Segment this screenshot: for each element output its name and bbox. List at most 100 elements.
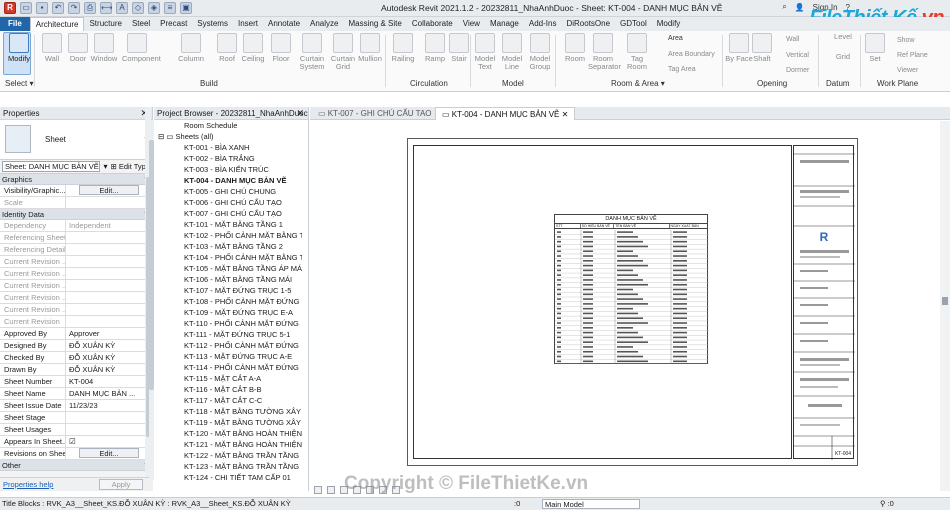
- set-tool[interactable]: Set: [860, 33, 890, 63]
- user-icon[interactable]: 👤: [795, 3, 805, 12]
- browser-item[interactable]: KT-122 - MẶT BẰNG TRẦN TẦNG: [154, 450, 302, 461]
- browser-scrollbar[interactable]: [149, 120, 154, 480]
- browser-item[interactable]: KT-002 - BÌA TRẮNG: [154, 153, 302, 164]
- close-hidden-icon[interactable]: ▣: [180, 2, 192, 14]
- property-value[interactable]: [66, 412, 152, 423]
- tab-collaborate[interactable]: Collaborate: [407, 17, 458, 31]
- property-value[interactable]: Approver: [66, 328, 152, 339]
- folder-icon[interactable]: ⊟ ▭: [158, 132, 176, 141]
- component-tool[interactable]: Component: [122, 33, 161, 63]
- property-value[interactable]: [66, 424, 152, 435]
- properties-help-link[interactable]: Properties help: [3, 480, 53, 489]
- property-row[interactable]: Approved By Approver: [0, 328, 152, 340]
- browser-item[interactable]: KT-121 - MẶT BẰNG HOÀN THIỆN: [154, 439, 302, 450]
- property-value[interactable]: [66, 232, 152, 243]
- property-row[interactable]: Designed By ĐỖ XUÂN KỲ: [0, 340, 152, 352]
- property-row[interactable]: Sheet Issue Date 11/23/23: [0, 400, 152, 412]
- property-value[interactable]: ĐỖ XUÂN KỲ: [66, 364, 152, 375]
- property-row[interactable]: Sheet Usages: [0, 424, 152, 436]
- property-value[interactable]: Independent: [66, 220, 152, 231]
- property-row[interactable]: Revisions on Sheet Edit...: [0, 448, 152, 460]
- tab-precast[interactable]: Precast: [155, 17, 192, 31]
- tab-view[interactable]: View: [458, 17, 485, 31]
- property-row[interactable]: Current Revision: [0, 316, 152, 328]
- property-row[interactable]: Checked By ĐỖ XUÂN KỲ: [0, 352, 152, 364]
- browser-item[interactable]: KT-005 - GHI CHÚ CHUNG: [154, 186, 302, 197]
- tab-structure[interactable]: Structure: [84, 17, 126, 31]
- vertical-opening-tool[interactable]: Vertical: [786, 52, 809, 59]
- measure-icon[interactable]: ⟷: [100, 2, 112, 14]
- room-tool[interactable]: Room: [560, 33, 590, 63]
- redo-icon[interactable]: ↷: [68, 2, 80, 14]
- open-icon[interactable]: ▭: [20, 2, 32, 14]
- save-icon[interactable]: ▪: [36, 2, 48, 14]
- curtain-grid-tool[interactable]: Curtain Grid: [328, 33, 358, 71]
- browser-item[interactable]: KT-106 - MẶT BẰNG TẦNG MÁI: [154, 274, 302, 285]
- property-row[interactable]: Sheet Stage: [0, 412, 152, 424]
- browser-item[interactable]: KT-124 - CHI TIẾT TAM CẤP 01: [154, 472, 302, 483]
- revit-app-icon[interactable]: R: [4, 2, 16, 14]
- tab-kt-004[interactable]: ▭ KT-004 - DANH MỤC BẢN VẼ ✕: [435, 107, 576, 120]
- property-value[interactable]: ĐỖ XUÂN KỲ: [66, 352, 152, 363]
- tab-analyze[interactable]: Analyze: [305, 17, 343, 31]
- dropdown-arrow-icon[interactable]: ▾: [103, 162, 107, 171]
- browser-item[interactable]: KT-102 - PHỐI CẢNH MẶT BẰNG T: [154, 230, 302, 241]
- browser-item[interactable]: KT-105 - MẶT BẰNG TẦNG ÁP MÁ: [154, 263, 302, 274]
- property-row[interactable]: Current Revision ...: [0, 268, 152, 280]
- level-tool[interactable]: Level: [828, 33, 858, 41]
- browser-item[interactable]: KT-110 - PHỐI CẢNH MẶT ĐỨNG: [154, 318, 302, 329]
- property-row[interactable]: Visibility/Graphic... Edit...: [0, 185, 152, 197]
- property-value[interactable]: [66, 256, 152, 267]
- browser-item[interactable]: KT-007 - GHI CHÚ CẤU TẠO: [154, 208, 302, 219]
- section-icon[interactable]: ◈: [148, 2, 160, 14]
- browser-item[interactable]: KT-117 - MẶT CẮT C-C: [154, 395, 302, 406]
- wall-opening-tool[interactable]: Wall: [786, 36, 799, 43]
- property-row[interactable]: Referencing Sheet: [0, 232, 152, 244]
- property-row[interactable]: Dependency Independent: [0, 220, 152, 232]
- tab-systems[interactable]: Systems: [192, 17, 233, 31]
- thin-lines-icon[interactable]: ≡: [164, 2, 176, 14]
- instance-filter-dropdown[interactable]: Sheet: DANH MỤC BẢN VẼ: [2, 161, 101, 172]
- property-value[interactable]: [66, 280, 152, 291]
- room-separator-tool[interactable]: Room Separator: [588, 33, 621, 71]
- property-row[interactable]: Sheet Name DANH MỤC BẢN ...: [0, 388, 152, 400]
- browser-item[interactable]: KT-113 - MẶT ĐỨNG TRỤC A-E: [154, 351, 302, 362]
- browser-item[interactable]: KT-103 - MẶT BẰNG TẦNG 2: [154, 241, 302, 252]
- search-icon[interactable]: ⌕: [782, 2, 786, 12]
- model-line-tool[interactable]: Model Line: [497, 33, 527, 71]
- grid-tool[interactable]: Grid: [828, 53, 858, 61]
- design-option-select[interactable]: Main Model: [542, 499, 640, 509]
- browser-item[interactable]: KT-006 - GHI CHÚ CẤU TẠO: [154, 197, 302, 208]
- type-selector[interactable]: Sheet ▾: [0, 120, 152, 160]
- property-value[interactable]: [66, 316, 152, 327]
- floor-tool[interactable]: Floor: [266, 33, 296, 63]
- scale-icon[interactable]: [314, 486, 322, 494]
- browser-item[interactable]: Room Schedule: [154, 120, 302, 131]
- tab-gdtool[interactable]: GDTool: [615, 17, 652, 31]
- browser-item[interactable]: KT-116 - MẶT CẮT B-B: [154, 384, 302, 395]
- group-select[interactable]: Select ▾: [5, 79, 33, 88]
- property-value[interactable]: [66, 244, 152, 255]
- browser-item[interactable]: KT-114 - PHỐI CẢNH MẶT ĐỨNG: [154, 362, 302, 373]
- filter-icon[interactable]: ⚲ :0: [880, 498, 894, 510]
- tab-steel[interactable]: Steel: [127, 17, 155, 31]
- browser-item[interactable]: KT-001 - BÌA XANH: [154, 142, 302, 153]
- property-value[interactable]: Edit...: [66, 448, 152, 459]
- canvas-scrollbar[interactable]: [940, 121, 950, 491]
- browser-item[interactable]: KT-111 - MẶT ĐỨNG TRỤC 5-1: [154, 329, 302, 340]
- browser-item[interactable]: KT-003 - BÌA KIẾN TRÚC: [154, 164, 302, 175]
- browser-item[interactable]: KT-112 - PHỐI CẢNH MẶT ĐỨNG: [154, 340, 302, 351]
- property-value[interactable]: DANH MỤC BẢN ...: [66, 388, 152, 399]
- apply-button[interactable]: Apply: [99, 479, 143, 490]
- property-value[interactable]: 11/23/23: [66, 400, 152, 411]
- tab-file[interactable]: File: [0, 17, 30, 31]
- text-icon[interactable]: A: [116, 2, 128, 14]
- tab-dirootsone[interactable]: DiRootsOne: [561, 17, 615, 31]
- drawing-canvas[interactable]: DANH MỤC BẢN VẼ STT SỐ HIỆU BẢN VẼ TÊN B…: [310, 121, 940, 491]
- print-icon[interactable]: ⎙: [84, 2, 96, 14]
- property-row[interactable]: Current Revision ...: [0, 280, 152, 292]
- property-value[interactable]: [66, 292, 152, 303]
- ceiling-tool[interactable]: Ceiling: [238, 33, 268, 63]
- edit-button[interactable]: Edit...: [79, 185, 139, 195]
- browser-item[interactable]: KT-109 - MẶT ĐỨNG TRỤC E-A: [154, 307, 302, 318]
